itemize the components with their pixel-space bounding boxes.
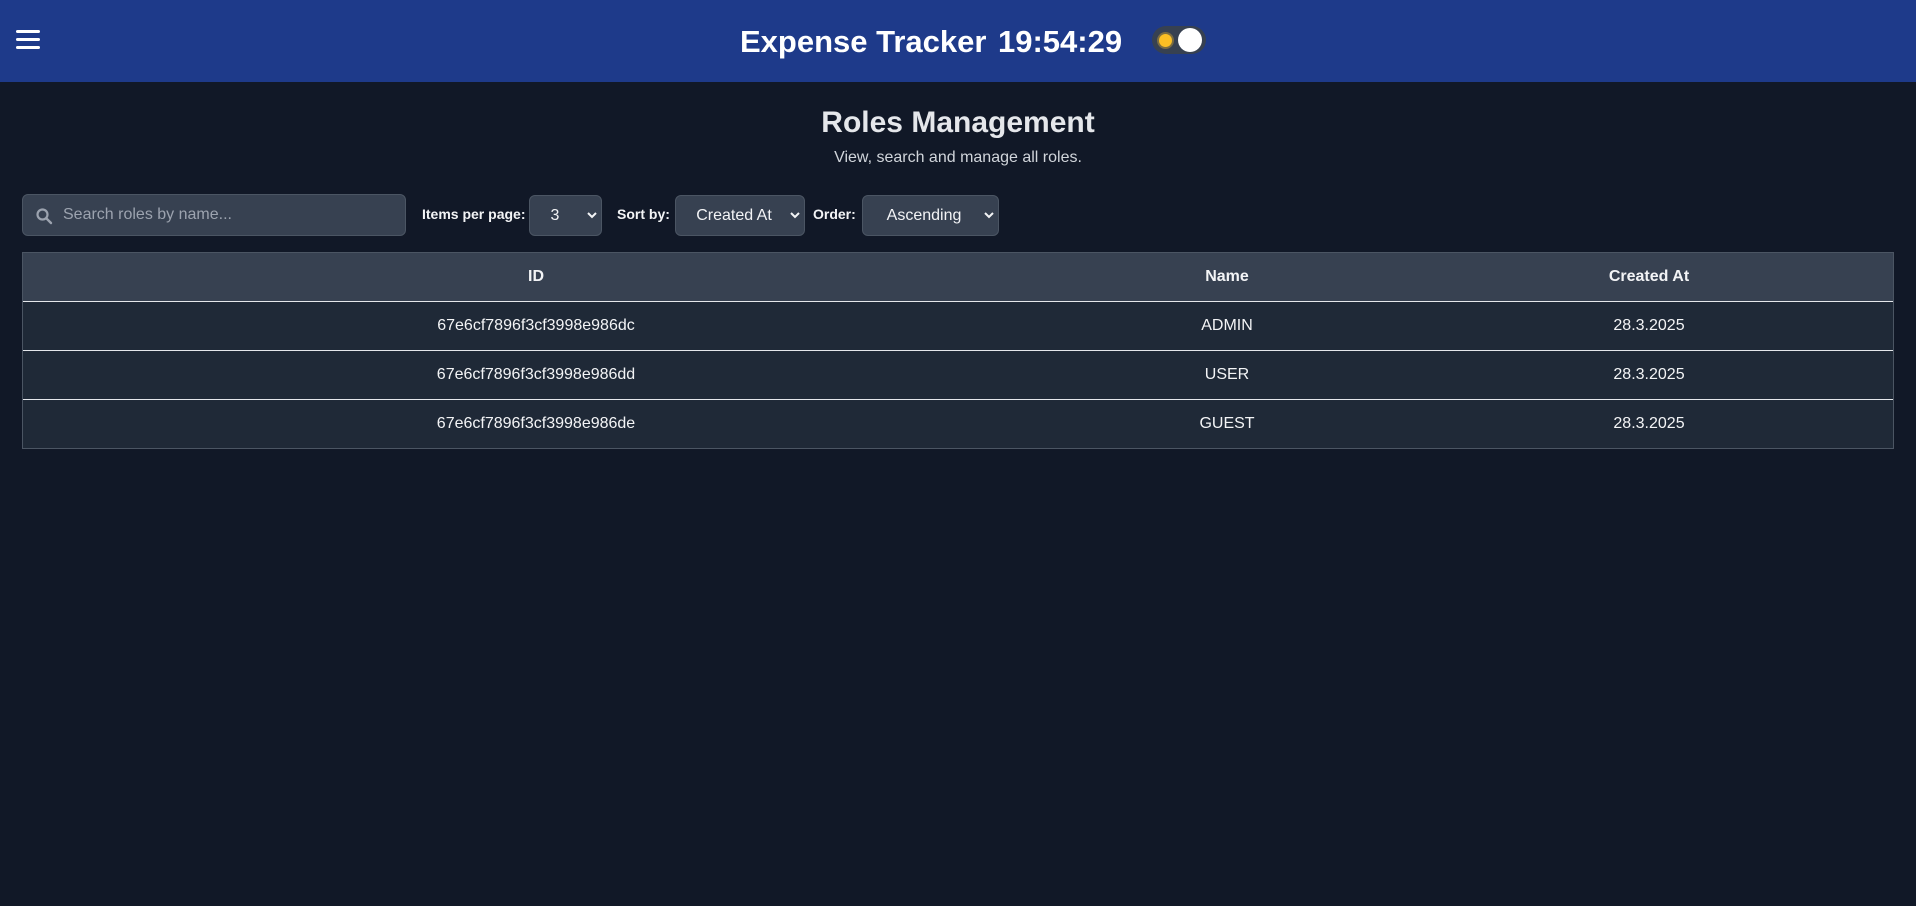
cell-name: USER bbox=[1204, 366, 1250, 383]
search-icon bbox=[36, 208, 53, 225]
roles-table: ID Name Created At 67e6cf7896f3cf3998e98… bbox=[22, 252, 1894, 449]
top-bar: Expense Tracker 19:54:29 bbox=[0, 0, 1916, 82]
chevron-down-icon bbox=[790, 212, 800, 219]
column-header-name[interactable]: Name bbox=[1049, 253, 1405, 301]
chevron-down-icon bbox=[587, 212, 597, 219]
app-title: Expense Tracker bbox=[740, 24, 987, 59]
sort-by-select[interactable]: Created At bbox=[675, 195, 805, 236]
sort-by-value: Created At bbox=[696, 207, 772, 224]
column-header-created-at[interactable]: Created At bbox=[1405, 253, 1893, 301]
cell-created-at: 28.3.2025 bbox=[1613, 366, 1685, 383]
table-row[interactable]: 67e6cf7896f3cf3998e986de GUEST 28.3.2025 bbox=[23, 399, 1893, 448]
cell-created-at: 28.3.2025 bbox=[1613, 317, 1685, 334]
cell-created-at: 28.3.2025 bbox=[1613, 415, 1685, 432]
sort-by-label: Sort by: bbox=[617, 206, 670, 222]
clock: 19:54:29 bbox=[998, 24, 1123, 59]
sun-icon bbox=[1159, 34, 1172, 47]
cell-name: ADMIN bbox=[1201, 317, 1253, 334]
order-value: Ascending bbox=[886, 207, 962, 224]
items-per-page-value: 3 bbox=[550, 207, 560, 224]
cell-name: GUEST bbox=[1199, 415, 1255, 432]
menu-icon[interactable] bbox=[14, 27, 42, 51]
search-box bbox=[22, 194, 406, 236]
order-label: Order: bbox=[813, 206, 856, 222]
column-header-id[interactable]: ID bbox=[23, 253, 1049, 301]
theme-toggle[interactable] bbox=[1152, 26, 1206, 54]
table-row[interactable]: 67e6cf7896f3cf3998e986dc ADMIN 28.3.2025 bbox=[23, 301, 1893, 350]
cell-id: 67e6cf7896f3cf3998e986dd bbox=[436, 366, 636, 383]
order-select[interactable]: Ascending bbox=[862, 195, 999, 236]
page-subtitle: View, search and manage all roles. bbox=[834, 149, 1082, 166]
chevron-down-icon bbox=[984, 212, 994, 219]
page-title: Roles Management bbox=[821, 106, 1095, 139]
search-input[interactable] bbox=[63, 195, 399, 235]
table-row[interactable]: 67e6cf7896f3cf3998e986dd USER 28.3.2025 bbox=[23, 350, 1893, 399]
items-per-page-label: Items per page: bbox=[422, 206, 526, 222]
cell-id: 67e6cf7896f3cf3998e986de bbox=[436, 415, 636, 432]
table-header-row: ID Name Created At bbox=[23, 253, 1893, 301]
toggle-knob bbox=[1178, 28, 1202, 52]
items-per-page-select[interactable]: 3 bbox=[529, 195, 602, 236]
cell-id: 67e6cf7896f3cf3998e986dc bbox=[437, 317, 635, 334]
